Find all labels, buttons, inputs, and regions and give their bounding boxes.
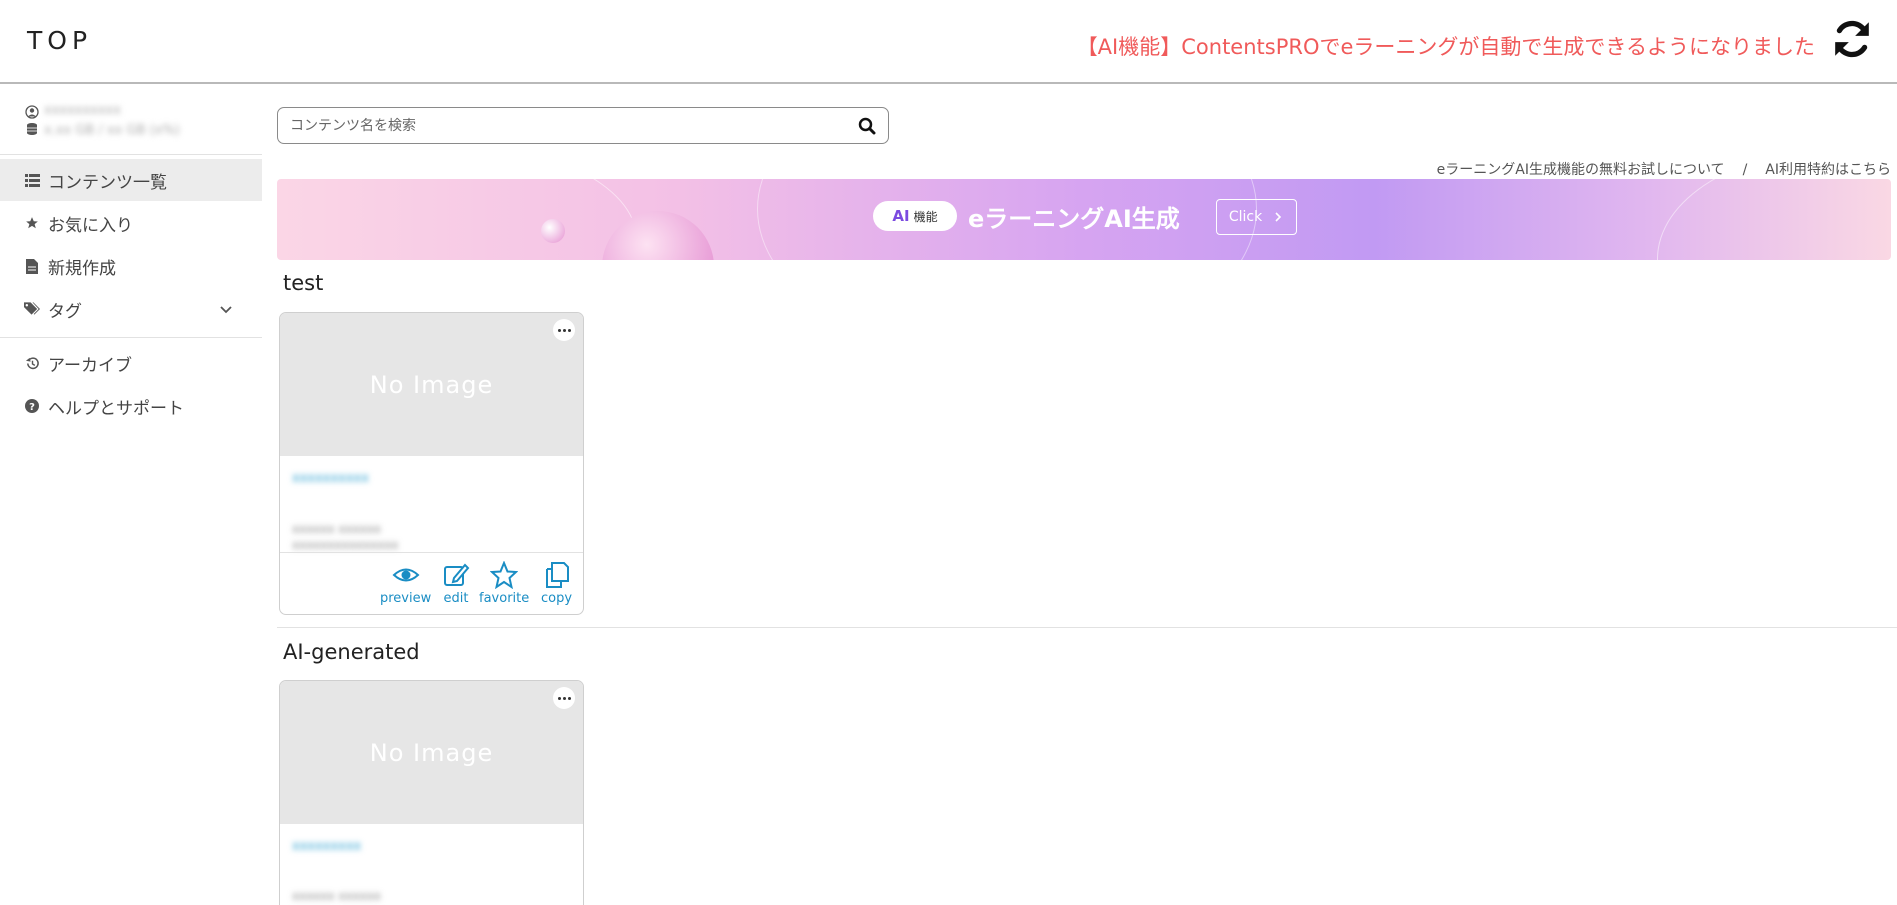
sidebar-item-help[interactable]: ? ヘルプとサポート xyxy=(0,385,262,427)
sidebar-divider xyxy=(0,337,262,338)
question-icon: ? xyxy=(24,398,40,414)
search-input[interactable] xyxy=(290,116,830,136)
top-header: TOP 【AI機能】ContentsPROでeラーニングが自動で生成できるように… xyxy=(0,0,1897,84)
banner-title: eラーニングAI生成 xyxy=(968,205,1180,233)
more-options-icon[interactable] xyxy=(553,319,575,341)
eye-icon xyxy=(392,568,420,582)
banner-click-button[interactable]: Click xyxy=(1216,199,1297,235)
section-title: AI-generated xyxy=(283,640,420,664)
search-box xyxy=(277,107,889,144)
content-meta: xxxxxx xxxxxx xyxy=(292,522,382,536)
copy-label: copy xyxy=(541,591,573,606)
edit-label: edit xyxy=(443,591,469,606)
sidebar-item-label: コンテンツ一覧 xyxy=(48,172,167,193)
banner-decoration xyxy=(277,179,637,260)
content-name[interactable]: xxxxxxxxxx xyxy=(292,471,369,486)
preview-button[interactable]: preview xyxy=(380,561,431,606)
sidebar-item-label: 新規作成 xyxy=(48,258,116,279)
refresh-icon[interactable] xyxy=(1831,18,1873,60)
section-divider xyxy=(277,627,1897,628)
list-icon xyxy=(24,172,40,188)
edit-icon xyxy=(444,563,470,586)
sidebar-item-label: お気に入り xyxy=(48,215,133,236)
favorite-button[interactable]: favorite xyxy=(479,561,529,606)
copy-icon xyxy=(545,562,569,588)
star-icon xyxy=(24,215,40,231)
thumbnail-placeholder: No Image xyxy=(280,681,583,824)
database-icon xyxy=(27,123,37,135)
sidebar-item-label: タグ xyxy=(48,301,82,322)
content-meta: xxxxxxxxxxxxxxx xyxy=(292,538,399,552)
banner-sphere-small xyxy=(541,219,565,243)
ai-terms-link[interactable]: AI利用特約はこちら xyxy=(1765,162,1891,178)
favorite-label: favorite xyxy=(479,591,530,606)
sidebar-item-new[interactable]: 新規作成 xyxy=(0,245,262,287)
ai-trial-link[interactable]: eラーニングAI生成機能の無料お試しについて xyxy=(1437,162,1725,178)
user-info: xxxxxxxxxx x.xx GB / xx GB (x%) xyxy=(0,86,262,155)
ai-links: eラーニングAI生成機能の無料お試しについて / AI利用特約はこちら xyxy=(1437,159,1891,179)
user-icon xyxy=(25,105,39,119)
more-options-icon[interactable] xyxy=(553,687,575,709)
ai-feature-badge: AI 機能 xyxy=(873,201,957,231)
click-label: Click xyxy=(1228,209,1263,225)
link-separator: / xyxy=(1742,162,1748,178)
chevron-down-icon[interactable] xyxy=(218,301,234,317)
sidebar-item-archive[interactable]: アーカイブ xyxy=(0,342,262,384)
page-title: TOP xyxy=(27,26,93,55)
copy-button[interactable]: copy xyxy=(541,561,572,606)
sidebar: xxxxxxxxxx x.xx GB / xx GB (x%) コンテンツ一覧 … xyxy=(0,86,262,905)
ai-generation-banner[interactable]: AI 機能 eラーニングAI生成 Click xyxy=(277,179,1891,260)
banner-decoration xyxy=(1657,179,1891,260)
sidebar-item-label: アーカイブ xyxy=(48,355,132,376)
star-outline-icon xyxy=(490,561,519,589)
svg-text:?: ? xyxy=(29,402,35,413)
sidebar-item-label: ヘルプとサポート xyxy=(48,398,184,419)
content-meta: xxxxxx xxxxxx xyxy=(292,889,382,903)
sidebar-item-content-list[interactable]: コンテンツ一覧 xyxy=(0,159,262,201)
edit-button[interactable]: edit xyxy=(442,561,470,606)
card-divider xyxy=(280,552,583,553)
history-icon xyxy=(24,355,40,371)
ai-feature-notice[interactable]: 【AI機能】ContentsPROでeラーニングが自動で生成できるようになりまし… xyxy=(1077,31,1815,61)
user-name: xxxxxxxxxx xyxy=(44,103,121,118)
section-title: test xyxy=(283,271,324,295)
thumbnail-placeholder: No Image xyxy=(280,313,583,456)
storage-usage: x.xx GB / xx GB (x%) xyxy=(44,123,180,138)
ai-badge-text: AI xyxy=(892,207,910,225)
ai-badge-label: 機能 xyxy=(913,209,938,224)
document-icon xyxy=(24,258,40,274)
preview-label: preview xyxy=(380,591,432,606)
content-card[interactable]: No Image xxxxxxxxxx xxxxxx xxxxxx xxxxxx… xyxy=(279,312,584,615)
tags-icon xyxy=(24,301,40,317)
sidebar-item-tags[interactable]: タグ xyxy=(0,288,262,330)
content-name[interactable]: xxxxxxxxx xyxy=(292,839,361,854)
search-icon[interactable] xyxy=(858,117,876,135)
sidebar-item-favorites[interactable]: お気に入り xyxy=(0,202,262,244)
chevron-right-icon xyxy=(1275,212,1282,222)
content-card[interactable]: No Image xxxxxxxxx xxxxxx xxxxxx xyxy=(279,680,584,905)
